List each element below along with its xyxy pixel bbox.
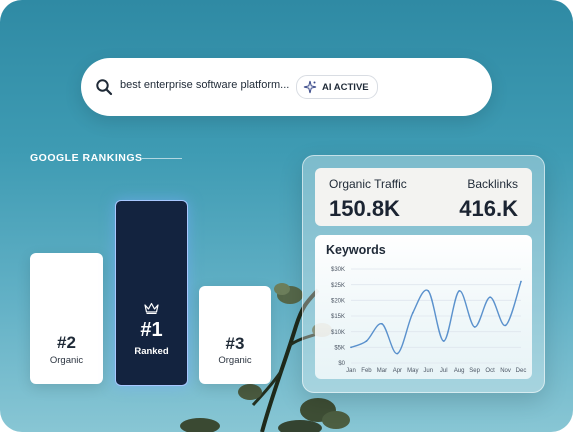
y-tick-label: $0 — [338, 361, 345, 367]
search-bar[interactable]: best enterprise software platform... AI … — [81, 58, 492, 116]
x-tick-label: Feb — [361, 368, 372, 374]
data-point — [520, 280, 522, 283]
analytics-panel: Organic Traffic 150.8K Backlinks 416.K K… — [302, 155, 545, 393]
backlinks-value: 416.K — [459, 196, 518, 221]
rank-label: Ranked — [134, 346, 169, 357]
data-point — [442, 340, 445, 342]
x-tick-label: Jun — [423, 368, 433, 374]
keywords-chart: $0 $5K $10K $15K $20K $25K $30K Jan Feb Mar Apr May… — [331, 267, 527, 374]
y-tick-label: $30K — [331, 267, 345, 273]
ai-active-badge[interactable]: AI ACTIVE — [296, 75, 378, 99]
heading-divider — [142, 158, 182, 159]
x-tick-label: Oct — [485, 368, 495, 374]
data-point — [504, 324, 507, 327]
y-tick-label: $5K — [334, 346, 345, 352]
search-query-text[interactable]: best enterprise software platform... — [120, 79, 289, 91]
data-point — [350, 346, 352, 349]
x-tick-label: Jul — [440, 368, 448, 374]
rank-label: Organic — [49, 355, 84, 366]
x-tick-label: May — [407, 368, 418, 374]
organic-traffic-value: 150.8K — [329, 196, 400, 221]
data-point — [381, 322, 383, 325]
rank-label: Organic — [218, 355, 252, 366]
ai-badge-label: AI ACTIVE — [322, 81, 369, 93]
y-tick-label: $25K — [331, 283, 345, 289]
x-tick-label: Jan — [346, 368, 356, 374]
x-tick-label: Aug — [454, 368, 465, 374]
y-tick-label: $15K — [331, 314, 345, 320]
keywords-card: Keywords $0 $5K $10K $15K $20K $25K $30K Jan Feb… — [315, 235, 532, 379]
x-tick-label: Mar — [377, 368, 387, 374]
x-tick-label: Nov — [500, 368, 511, 374]
series-line — [350, 280, 522, 355]
x-tick-label: Sep — [469, 368, 480, 374]
sparkle-icon — [303, 80, 317, 94]
rank-card-2: #2 Organic — [30, 253, 103, 384]
organic-traffic-label: Organic Traffic — [329, 177, 407, 191]
data-point — [396, 352, 399, 355]
crown-icon — [144, 302, 159, 314]
rankings-heading: GOOGLE RANKINGS — [30, 152, 143, 164]
y-tick-label: $10K — [331, 330, 345, 336]
backlinks-label: Backlinks — [467, 177, 518, 191]
search-icon — [96, 79, 113, 96]
x-tick-label: Apr — [393, 368, 402, 374]
rank-card-1: #1 Ranked — [115, 200, 188, 386]
hero-canvas: best enterprise software platform... AI … — [0, 0, 573, 432]
data-point — [411, 311, 414, 314]
data-point — [458, 290, 461, 292]
rank-number: #1 — [140, 319, 163, 341]
rank-number: #3 — [225, 334, 245, 353]
data-point — [365, 340, 368, 342]
x-tick-label: Dec — [516, 368, 527, 374]
stats-card: Organic Traffic 150.8K Backlinks 416.K — [315, 168, 532, 226]
rank-number: #2 — [57, 333, 76, 352]
data-point — [473, 326, 476, 328]
y-tick-label: $20K — [331, 299, 345, 305]
data-point — [427, 290, 430, 292]
rank-card-3: #3 Organic — [199, 286, 271, 384]
data-point — [489, 296, 491, 299]
